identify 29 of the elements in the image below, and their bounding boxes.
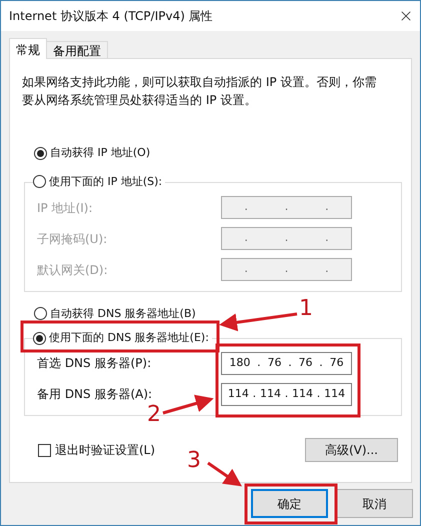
radio-button[interactable] — [33, 332, 46, 345]
tab[interactable]: 常规 — [9, 38, 47, 59]
advanced-button[interactable]: 高级(V)... — [305, 438, 398, 462]
radio-label: 自动获得 IP 地址(O) — [50, 145, 150, 161]
radio-label: 使用下面的 IP 地址(S): — [49, 174, 162, 190]
radio-button[interactable] — [34, 307, 47, 320]
ip-address-field[interactable]: 114 . 114 . 114 . 114 — [221, 382, 352, 406]
window-title: Internet 协议版本 4 (TCP/IPv4) 属性 — [9, 8, 213, 25]
tab[interactable]: 备用配置 — [46, 41, 108, 59]
field-label: 备用 DNS 服务器(A): — [37, 386, 154, 403]
dialog-button[interactable]: 取消 — [336, 489, 413, 518]
radio-button[interactable] — [34, 146, 47, 160]
field-label: 首选 DNS 服务器(P): — [37, 355, 152, 372]
field-label: IP 地址(I): — [37, 200, 94, 216]
dialog-button[interactable]: 确定 — [251, 489, 328, 518]
radio-label: 使用下面的 DNS 服务器地址(E): — [49, 330, 209, 346]
ip-address-field[interactable]: 180 . 76 . 76 . 76 — [221, 352, 352, 374]
checkbox[interactable] — [38, 444, 51, 456]
description-text: 如果网络支持此功能，则可以获取自动指派的 IP 设置。否则，你需要从网络系统管理员处获得适当的 IP 设置。 — [21, 74, 378, 109]
arrow — [162, 394, 214, 414]
step-number: 1 — [299, 297, 313, 321]
step-number: 3 — [187, 449, 201, 473]
checkbox-label: 退出时验证设置(L) — [55, 442, 156, 459]
radio-button[interactable] — [33, 175, 46, 188]
field-label: 默认网关(D): — [37, 262, 109, 278]
step-number: 2 — [147, 403, 161, 427]
radio-label: 自动获得 DNS 服务器地址(B) — [50, 306, 196, 322]
field-label: 子网掩码(U): — [37, 230, 108, 248]
arrow — [207, 462, 242, 486]
